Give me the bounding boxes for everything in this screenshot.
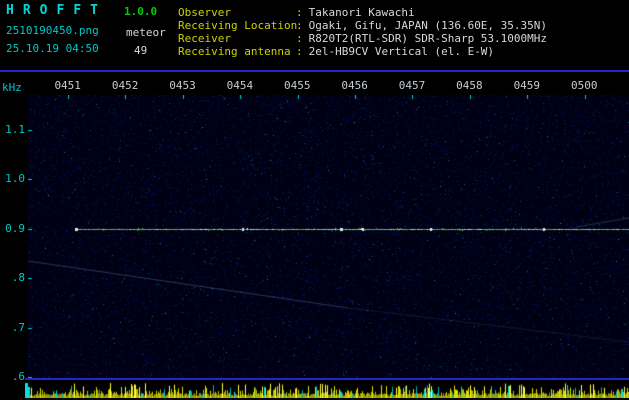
info-colon: : (296, 19, 303, 32)
time-axis-label: 0453 (169, 79, 196, 92)
info-value: Takanori Kawachi (308, 6, 415, 19)
frequency-axis-label: 0.9 (5, 222, 25, 235)
app-title-letter: T (90, 3, 98, 18)
frequency-axis-label: .8 (11, 271, 25, 284)
station-info-row: Observer: Takanori Kawachi (178, 6, 547, 19)
time-axis-label: 0458 (456, 79, 483, 92)
hrofft-window: HROFFT 1.0.0 2510190450.png meteor 25.10… (0, 0, 629, 400)
info-label: Observer (178, 6, 231, 19)
frequency-axis-label: .6 (11, 370, 25, 383)
frequency-axis-label: 1.0 (5, 172, 25, 185)
time-axis-label: 0457 (398, 79, 426, 92)
time-axis-label: 0451 (54, 79, 81, 92)
signal-activity-bar (25, 382, 629, 398)
info-value: 2el-HB9CV Vertical (el. E-W) (308, 45, 495, 58)
info-label: Receiving Location (178, 19, 298, 32)
info-colon: : (296, 45, 303, 58)
info-value: R820T2(RTL-SDR) SDR-Sharp 53.1000MHz (308, 32, 548, 45)
frequency-axis-label: .7 (11, 321, 25, 334)
time-axis-label: 0500 (570, 79, 598, 92)
info-colon: : (296, 32, 303, 45)
info-label: Receiving antenna (178, 45, 291, 58)
time-axis-label: 0454 (226, 79, 254, 92)
info-colon: : (296, 6, 303, 19)
frequency-axis-label: 1.1 (5, 123, 25, 136)
time-axis-label: 0455 (284, 79, 311, 92)
frequency-axis: 1.1 1.0 0.9 .8 .7 .6 (0, 0, 26, 400)
time-axis-label: 0459 (513, 79, 541, 92)
echo-count: 49 (134, 44, 148, 57)
info-value: Ogaki, Gifu, JAPAN (136.60E, 35.35N) (308, 19, 548, 32)
app-title-letter: F (73, 3, 82, 18)
station-info-row: Receiver: R820T2(RTL-SDR) SDR-Sharp 53.10… (178, 32, 547, 45)
app-title-letter: O (39, 3, 48, 18)
time-axis-label: 0452 (111, 79, 139, 92)
header: HROFFT 1.0.0 2510190450.png meteor 25.10… (0, 0, 629, 70)
time-axis: 0451 0452 0453 0454 0455 0456 0457 0458 0459 0500 (39, 79, 613, 92)
station-info: Observer: Takanori Kawachi Receiving Locat… (178, 6, 547, 58)
time-axis-label: 0456 (341, 79, 368, 92)
app-title-letter: F (56, 3, 65, 18)
station-info-row: Receiving antenna:2el-HB9CV Vertical (el… (178, 45, 547, 58)
plot-bottom-line (25, 378, 629, 380)
station-info-row: Receiving Location: Ogaki, Gifu, JAPAN (1… (178, 19, 547, 32)
mode-label: meteor (126, 26, 166, 39)
spectrogram-plot (28, 95, 629, 378)
header-separator-line (0, 70, 629, 72)
info-label: Receiver (178, 32, 231, 45)
version-label: 1.0.0 (124, 5, 158, 18)
